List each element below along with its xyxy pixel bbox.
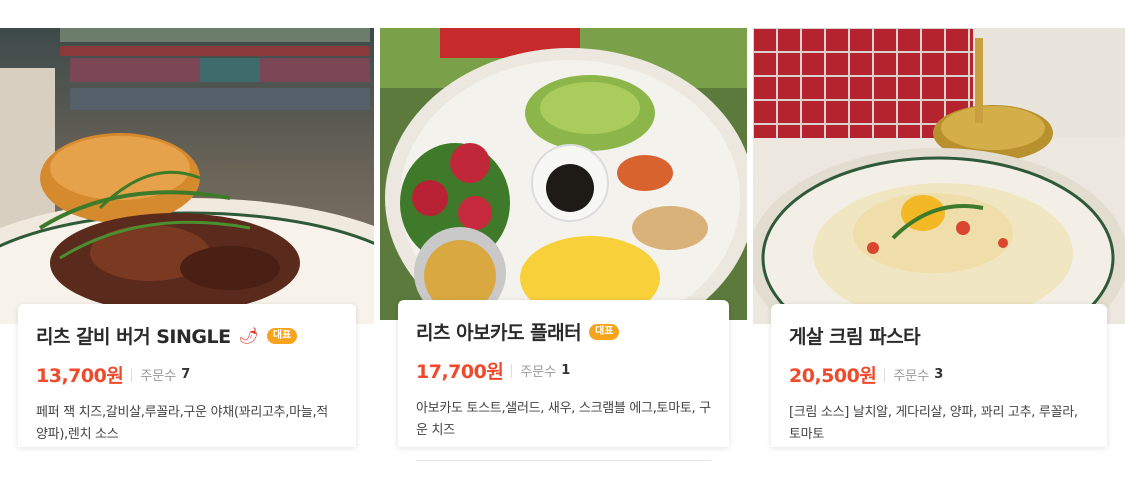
menu-item-description: 페퍼 잭 치즈,갈비살,루꼴라,구운 야채(꽈리고추,마늘,적양파),렌치 소스 xyxy=(36,405,328,442)
pasta-photo[interactable] xyxy=(753,28,1125,324)
pasta-image xyxy=(753,28,1125,324)
avocado-photo[interactable] xyxy=(380,28,747,320)
divider xyxy=(511,363,513,378)
order-count-label: 주문수 xyxy=(140,369,177,384)
signature-badge: 대표 xyxy=(589,323,620,340)
avocado-image xyxy=(380,28,747,320)
order-count-label: 주문수 xyxy=(893,369,930,384)
chili-pepper-icon: 🌶 xyxy=(238,326,259,345)
card-divider xyxy=(416,460,711,461)
signature-badge: 대표 xyxy=(266,327,298,344)
order-count-label: 주문수 xyxy=(520,365,557,380)
divider xyxy=(131,367,133,382)
menu-item-price: 20,500원 xyxy=(789,365,877,387)
menu-item-description: 아보카도 토스트,샐러드, 새우, 스크램블 에그,토마토, 구운 치즈 xyxy=(416,401,711,438)
order-count-value: 7 xyxy=(181,367,191,382)
avocado-info-panel: 리츠 아보카도 플래터 대표 17,700원 주문수 1 아보카도 토스트,샐러… xyxy=(398,300,729,461)
menu-item-name: 리츠 아보카도 플래터 xyxy=(416,322,582,344)
menu-item-price: 17,700원 xyxy=(416,361,504,383)
burger-photo[interactable] xyxy=(0,28,374,324)
menu-item-description: [크림 소스] 날치알, 게다리살, 양파, 꽈리 고추, 루꼴라, 토마토 xyxy=(789,405,1078,442)
menu-item-name: 리츠 갈비 버거 SINGLE xyxy=(36,326,231,348)
order-count-value: 1 xyxy=(561,363,571,378)
divider xyxy=(884,367,886,382)
order-count-value: 3 xyxy=(934,367,944,382)
menu-item-price: 13,700원 xyxy=(36,365,124,387)
pasta-info-panel: 게살 크림 파스타 20,500원 주문수 3 [크림 소스] 날치알, 게다리… xyxy=(771,304,1107,447)
menu-item-name: 게살 크림 파스타 xyxy=(789,326,921,348)
burger-image xyxy=(0,28,374,324)
burger-info-panel: 리츠 갈비 버거 SINGLE 🌶 대표 13,700원 주문수 7 페퍼 잭 … xyxy=(18,304,356,447)
